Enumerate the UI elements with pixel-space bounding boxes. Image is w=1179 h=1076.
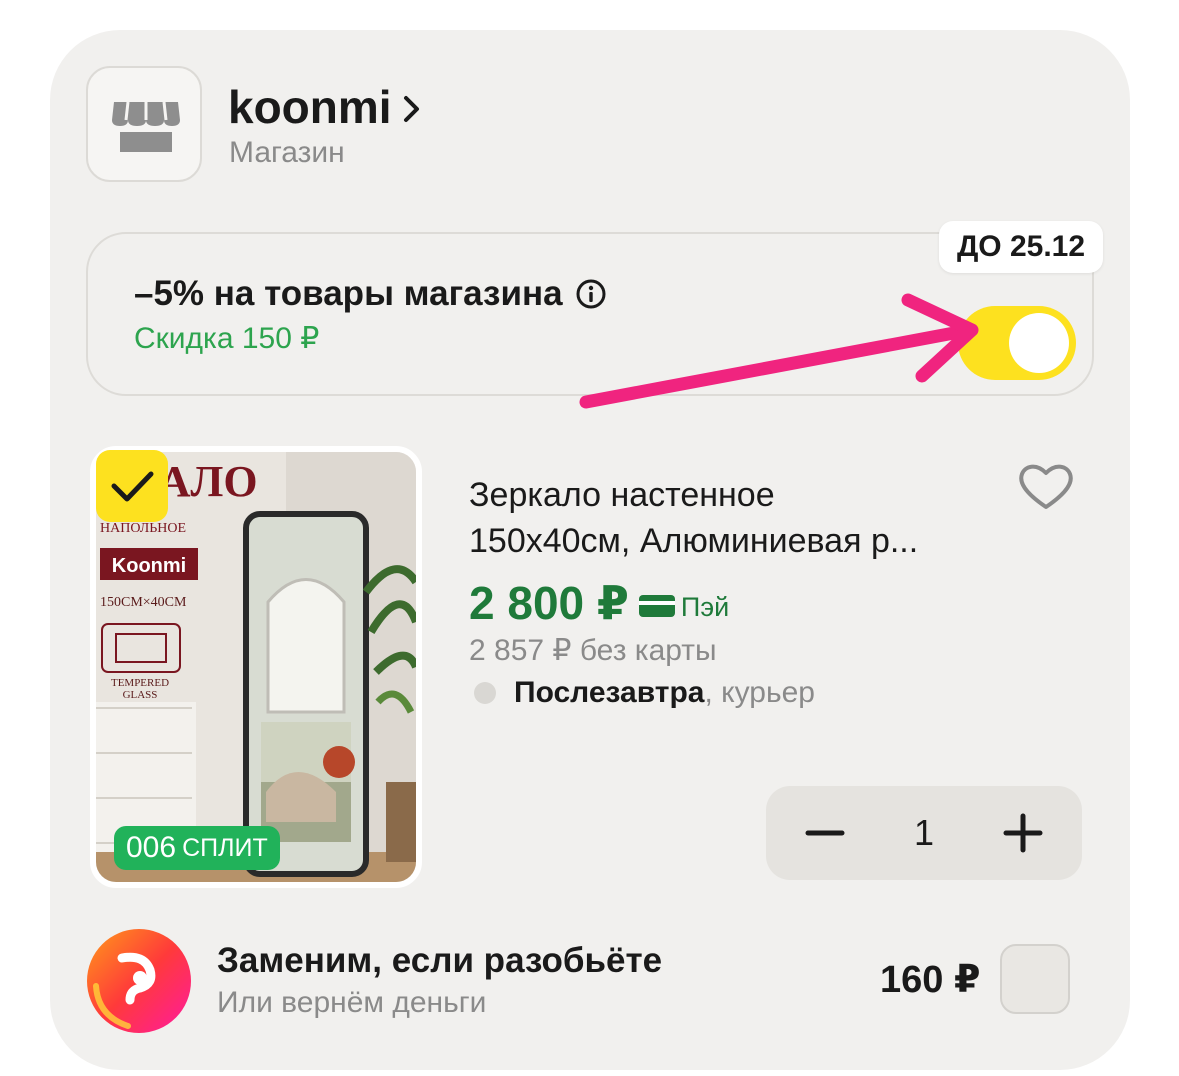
image-glass-1: TEMPERED (111, 677, 169, 689)
quantity-value: 1 (913, 812, 935, 853)
heart-icon[interactable] (1016, 460, 1076, 512)
product-title-line2: 150х40см, Алюминиевая р... (469, 522, 919, 560)
store-logo[interactable] (86, 66, 202, 182)
delivery-status-dot (474, 682, 496, 704)
annotation-arrow-icon (579, 293, 979, 409)
chevron-right-icon (403, 96, 419, 122)
split-amount: 006 (126, 831, 177, 864)
product-price: 2 800 ₽ (469, 577, 629, 629)
product-title[interactable]: Зеркало настенное 150х40см, Алюминиевая … (469, 472, 999, 564)
decrease-button[interactable] (780, 786, 870, 880)
store-name: koonmi (228, 81, 392, 133)
minus-icon (805, 830, 845, 836)
pay-label: Пэй (680, 591, 730, 622)
insurance-checkbox[interactable] (1000, 944, 1070, 1014)
product-title-line1: Зеркало настенное (469, 476, 775, 514)
image-brand: Koonmi (112, 555, 186, 577)
delivery-day: Послезавтра (514, 676, 705, 709)
delivery-method: , курьер (704, 676, 815, 709)
insurance-title: Заменим, если разобьёте (217, 941, 663, 980)
promo-title: –5% на товары магазина (134, 274, 607, 314)
split-badge: 006 СПЛИТ (114, 826, 280, 870)
quantity-stepper: 1 (766, 786, 1082, 880)
delivery-info: Послезавтра , курьер (474, 676, 815, 710)
insurance-price: 160 ₽ (880, 959, 981, 1001)
promo-title-text: –5% на товары магазина (134, 274, 563, 313)
store-subtitle: Магазин (229, 136, 345, 169)
card-icon (638, 595, 675, 617)
promo-date-badge: ДО 25.12 (939, 221, 1103, 273)
storefront-icon (112, 101, 180, 152)
store-name-link[interactable]: koonmi (228, 80, 422, 134)
image-subline: НАПОЛЬНОЕ (100, 521, 186, 536)
toggle-knob (1009, 313, 1069, 373)
price-row: 2 800 ₽ Пэй (469, 576, 729, 630)
insurance-subtitle: Или вернём деньги (217, 986, 487, 1019)
check-icon (111, 471, 154, 502)
price-without-card: 2 857 ₽ без карты (469, 634, 717, 667)
product-select-checkbox[interactable] (96, 450, 168, 522)
plus-icon (1003, 813, 1043, 853)
image-size: 150CM×40CM (100, 595, 187, 610)
increase-button[interactable] (978, 786, 1068, 880)
split-label: СПЛИТ (182, 833, 268, 862)
image-glass-2: GLASS (123, 689, 158, 701)
insurance-logo-icon (87, 929, 191, 1033)
promo-discount: Скидка 150 ₽ (134, 322, 320, 355)
